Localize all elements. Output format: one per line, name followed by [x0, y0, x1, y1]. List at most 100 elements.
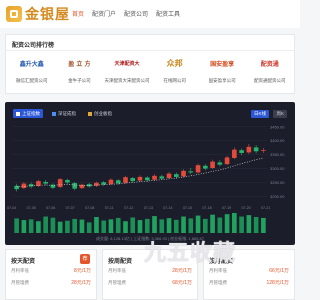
volume-bar	[21, 220, 27, 233]
brand-logo: 盈 立 方	[68, 60, 91, 68]
site-logo[interactable]: 金银屋	[6, 5, 70, 23]
volume-bar	[173, 219, 179, 233]
volume-bar	[108, 219, 114, 233]
house-logo-icon	[6, 6, 22, 22]
x-tick-label: 07-18	[202, 206, 211, 210]
y-tick-label: 3400.00	[270, 138, 285, 143]
stock-chart-panel: 上证指数 深证成指 创业板指 日K线 周K 3450.00 3400.00 3350…	[5, 102, 295, 245]
volume-bar	[28, 219, 34, 233]
volume-bar	[14, 218, 19, 233]
candle-body	[14, 185, 19, 190]
volume-bar	[36, 221, 41, 233]
x-tick-label: 07-07	[66, 206, 75, 210]
card-title: 按天配资	[11, 259, 36, 265]
brand-item[interactable]: 国安盈享 国安盈享公司	[198, 55, 246, 84]
candle-body	[152, 175, 157, 180]
y-tick-label: 3350.00	[270, 152, 285, 157]
candle-body	[72, 183, 78, 189]
brand-item[interactable]: 天津配资大 天津配资大宋配资公司	[103, 55, 151, 84]
x-tick-label: 07-13	[144, 206, 153, 210]
candle-body	[261, 150, 266, 151]
watermark: 九五收藏	[144, 241, 237, 266]
candle-body	[94, 182, 99, 186]
volume-bar	[79, 219, 85, 233]
plan-card-daily[interactable]: 按天配资 荐 月利率低 8元/1万 月管理费 28元/1万	[5, 249, 97, 300]
candle-body	[224, 157, 230, 165]
card-label: 月利率低	[108, 268, 126, 273]
volume-bar	[144, 218, 150, 233]
volume-bar	[239, 216, 244, 233]
x-tick-label: 07-21	[261, 206, 270, 210]
candle-body	[166, 173, 172, 179]
volume-bar	[101, 220, 107, 233]
candle-body	[137, 176, 143, 181]
brand-item[interactable]: 配资通 配资通配资公司	[246, 55, 294, 84]
candle-body	[239, 150, 244, 153]
card-label: 月管理费	[11, 280, 29, 285]
brand-logo: 国安盈享	[210, 61, 235, 68]
candle-body	[159, 176, 165, 179]
volume-bar	[57, 221, 63, 233]
candle-body	[173, 174, 179, 177]
x-tick-label: 07-14	[163, 206, 172, 210]
brand-list: 鑫升大鑫 融信汇配资公司 盈 立 方 金牛子公司 天津配资大 天津配资大宋配资公…	[8, 55, 294, 84]
volume-bar	[202, 218, 208, 233]
candle-body	[101, 182, 107, 185]
brand-name: 国安盈享公司	[208, 78, 236, 83]
volume-bar	[166, 218, 172, 233]
brand-name: 配资通配资公司	[254, 78, 286, 83]
volume-bar	[137, 220, 143, 233]
card-label: 月利率低	[11, 268, 29, 273]
x-tick-label: 07-04	[7, 206, 16, 210]
candle-body	[195, 165, 201, 173]
brand-logo: 配资通	[260, 61, 279, 68]
candlestick-chart[interactable]: 3450.00 3400.00 3350.00 3300.00 3250.00 3200.…	[5, 102, 295, 245]
y-tick-label: 3250.00	[270, 180, 285, 185]
volume-bar	[232, 213, 237, 233]
brand-name: 融信汇配资公司	[16, 78, 48, 83]
card-value: 8元/1万	[74, 268, 91, 274]
card-label: 月管理费	[209, 280, 227, 285]
brand-name: 金牛子公司	[68, 78, 91, 83]
candle-body	[115, 180, 121, 184]
card-label: 月管理费	[108, 280, 126, 285]
candle-body	[108, 179, 114, 185]
x-tick-label: 07-08	[85, 206, 94, 210]
candle-body	[57, 179, 63, 187]
nav-tools[interactable]: 配资工具	[156, 9, 180, 18]
card-title: 按周配资	[108, 259, 133, 265]
nav-home[interactable]: 首页	[72, 9, 84, 18]
candle-body	[253, 147, 259, 152]
volume-bar	[115, 217, 121, 233]
brand-item[interactable]: 众邦 在线网公司	[151, 55, 199, 84]
candle-body	[202, 165, 208, 169]
volume-bar	[217, 217, 223, 233]
candle-body	[246, 146, 252, 153]
candle-body	[130, 178, 136, 182]
volume-bar	[130, 217, 136, 233]
y-tick-label: 3300.00	[270, 166, 285, 171]
brand-item[interactable]: 鑫升大鑫 融信汇配资公司	[8, 55, 56, 84]
volume-bar	[188, 218, 194, 233]
card-value: 68元/1万	[172, 280, 192, 286]
nav-companies[interactable]: 配资公司	[124, 9, 148, 18]
site-header: 金银屋 首页 配资门户 配资公司 配资工具	[0, 0, 300, 28]
card-label: 月利率低	[209, 268, 227, 273]
volume-bar	[253, 217, 259, 233]
candle-body	[217, 162, 223, 165]
candle-body	[188, 171, 194, 173]
panel-title: 配资公司排行榜	[12, 43, 55, 49]
candle-body	[123, 177, 128, 183]
candle-body	[144, 177, 150, 181]
nav-portal[interactable]: 配资门户	[92, 9, 116, 18]
x-tick-label: 07-19	[222, 206, 231, 210]
card-value: 28元/1万	[172, 268, 192, 274]
brand-name: 在线网公司	[163, 78, 186, 83]
divider	[6, 50, 294, 51]
x-tick-label: 07-12	[124, 206, 133, 210]
brand-logo: 众邦	[166, 58, 183, 68]
brand-name: 天津配资大宋配资公司	[104, 78, 150, 83]
candle-body	[210, 161, 215, 169]
brand-item[interactable]: 盈 立 方 金牛子公司	[56, 55, 104, 84]
logo-text: 金银屋	[25, 7, 70, 23]
